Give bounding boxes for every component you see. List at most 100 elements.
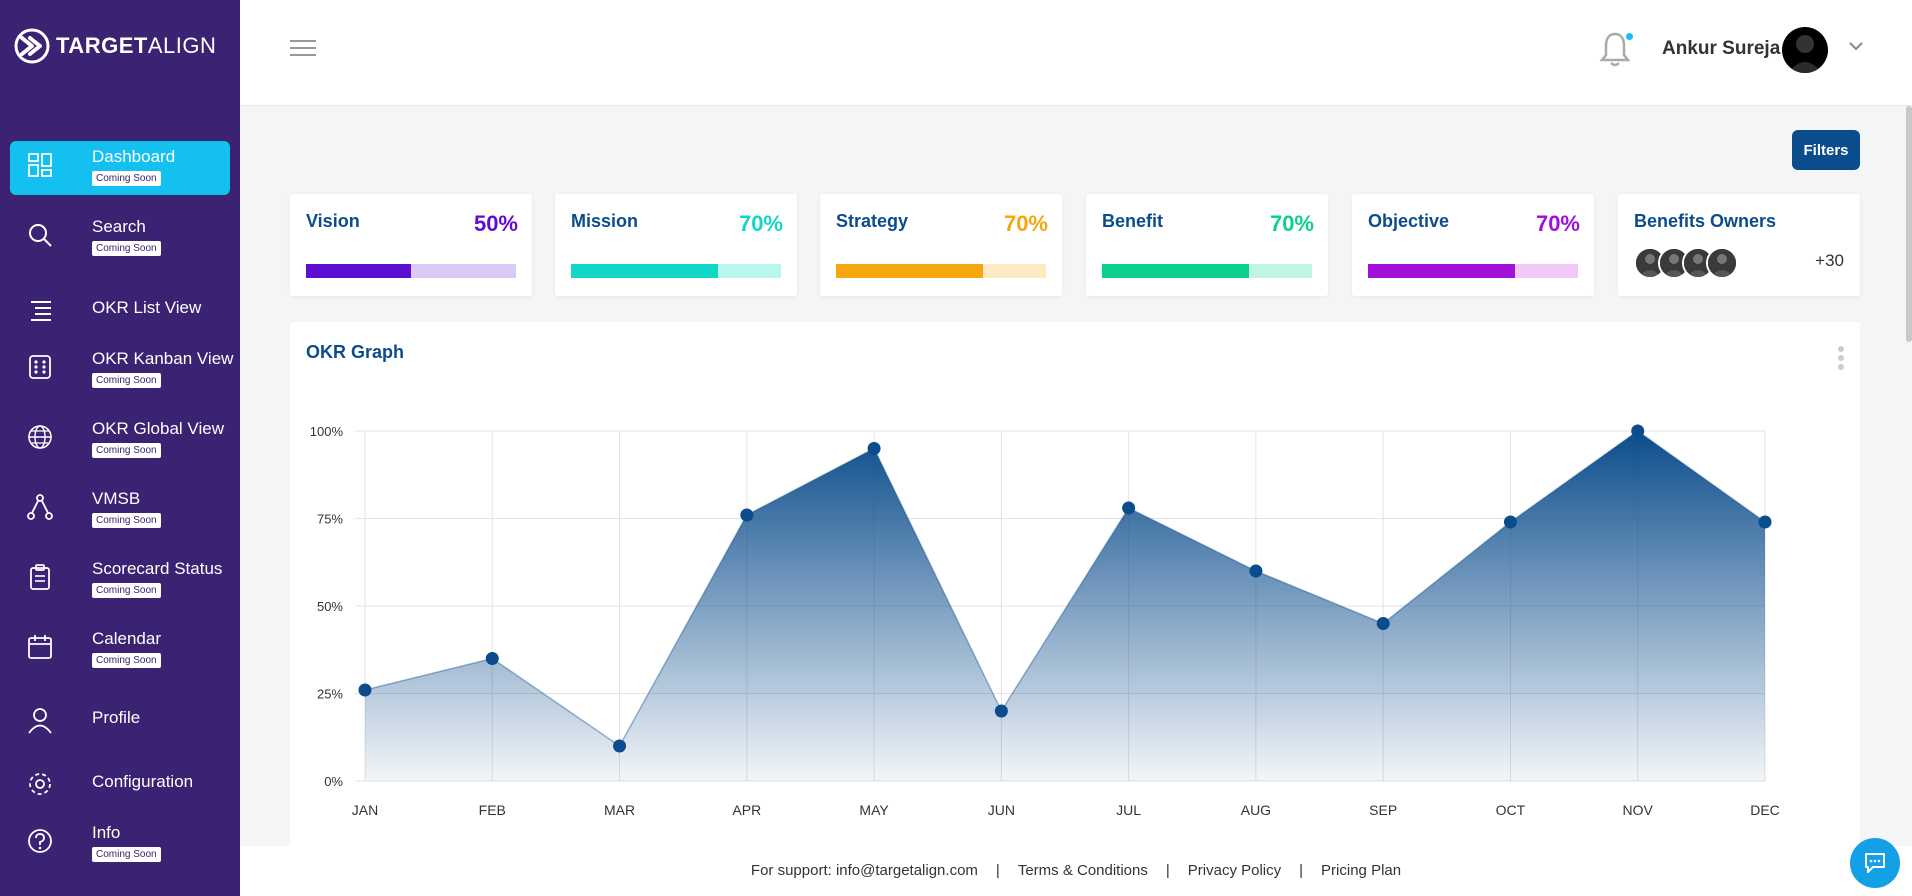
- x-tick-label: APR: [732, 802, 761, 818]
- user-icon: [26, 706, 54, 734]
- footer-separator: |: [1299, 862, 1304, 879]
- progress-fill: [1368, 264, 1515, 278]
- footer-separator: |: [1165, 862, 1170, 879]
- search-icon: [26, 221, 54, 249]
- chat-button[interactable]: [1850, 838, 1900, 888]
- data-point[interactable]: [1249, 564, 1263, 578]
- x-tick-label: SEP: [1369, 802, 1397, 818]
- progress-track: [306, 264, 516, 278]
- card-title: Benefits Owners: [1634, 211, 1777, 231]
- chevron-down-icon[interactable]: [1848, 40, 1864, 52]
- y-tick-label: 50%: [317, 599, 343, 614]
- privacy-link[interactable]: Privacy Policy: [1188, 862, 1281, 879]
- calendar-icon: [26, 633, 54, 661]
- card-benefit[interactable]: Benefit 70%: [1086, 194, 1328, 296]
- coming-soon-badge: Coming Soon: [92, 583, 161, 598]
- chat-icon: [1865, 853, 1885, 873]
- logo[interactable]: TARGETALIGN: [14, 28, 216, 64]
- sidebar-item-label: OKR Global View: [92, 419, 224, 438]
- sidebar-item-dashboard[interactable]: Dashboard Coming Soon: [10, 141, 230, 195]
- sidebar-item-vmsb[interactable]: VMSB Coming Soon: [10, 483, 230, 537]
- x-tick-label: AUG: [1241, 802, 1271, 818]
- progress-track: [571, 264, 781, 278]
- card-mission[interactable]: Mission 70%: [555, 194, 797, 296]
- card-objective[interactable]: Objective 70%: [1352, 194, 1594, 296]
- sidebar-item-search[interactable]: Search Coming Soon: [10, 211, 230, 265]
- benefits-owners-card[interactable]: Benefits Owners +30: [1618, 194, 1860, 296]
- pricing-link[interactable]: Pricing Plan: [1321, 862, 1401, 879]
- card-title: Vision: [306, 211, 360, 231]
- progress-fill: [306, 264, 411, 278]
- card-percent: 70%: [1269, 211, 1314, 236]
- card-percent: 70%: [1535, 211, 1580, 236]
- sidebar-item-label: Scorecard Status: [92, 559, 223, 578]
- sidebar-item-label: OKR Kanban View: [92, 349, 234, 368]
- card-title: Objective: [1368, 211, 1450, 231]
- data-point[interactable]: [485, 652, 499, 665]
- x-tick-label: FEB: [479, 802, 506, 818]
- user-name[interactable]: Ankur Sureja: [1662, 38, 1780, 60]
- data-point[interactable]: [740, 508, 754, 522]
- y-tick-label: 75%: [317, 512, 343, 527]
- logo-text: TARGETALIGN: [56, 33, 217, 58]
- globe-icon: [26, 423, 54, 451]
- coming-soon-badge: Coming Soon: [92, 171, 161, 186]
- sidebar-item-profile[interactable]: Profile: [10, 693, 230, 747]
- data-point[interactable]: [994, 704, 1008, 718]
- sidebar-item-label: Info: [92, 823, 121, 842]
- progress-fill: [571, 264, 718, 278]
- x-tick-label: MAR: [604, 802, 635, 818]
- data-point[interactable]: [358, 683, 372, 697]
- x-tick-label: JAN: [352, 802, 378, 818]
- sidebar-item-label: Search: [92, 217, 146, 236]
- coming-soon-badge: Coming Soon: [92, 373, 161, 388]
- sidebar: TARGETALIGN Dashboard Coming Soon Search Co…: [0, 0, 240, 896]
- sidebar-item-label: Calendar: [92, 629, 161, 648]
- data-point[interactable]: [1631, 424, 1645, 438]
- card-strategy[interactable]: Strategy 70%: [820, 194, 1062, 296]
- list-icon: [26, 296, 54, 324]
- okr-area-chart: 0% 25% 50% 75% 100% JAN FEB MAR APR MAY JUN JUL AUG S…: [310, 424, 1780, 818]
- x-tick-label: JUN: [988, 802, 1015, 818]
- scrollbar[interactable]: [1906, 106, 1912, 342]
- sidebar-item-okr-list-view[interactable]: OKR List View: [10, 283, 230, 337]
- sidebar-item-scorecard-status[interactable]: Scorecard Status Coming Soon: [10, 553, 230, 607]
- sidebar-item-okr-global-view[interactable]: OKR Global View Coming Soon: [10, 413, 230, 467]
- data-point[interactable]: [1503, 515, 1517, 529]
- footer-separator: |: [995, 862, 1000, 879]
- card-title: Strategy: [836, 211, 909, 231]
- progress-track: [1102, 264, 1312, 278]
- data-point[interactable]: [613, 739, 627, 753]
- network-icon: [26, 493, 54, 521]
- clipboard-icon: [26, 563, 54, 591]
- support-link[interactable]: For support: info@targetalign.com: [751, 862, 978, 879]
- card-percent: 70%: [738, 211, 783, 236]
- gear-icon: [26, 770, 54, 798]
- card-vision[interactable]: Vision 50%: [290, 194, 532, 296]
- data-point[interactable]: [1376, 617, 1390, 630]
- card-percent: 50%: [473, 211, 518, 236]
- y-tick-label: 25%: [317, 687, 343, 702]
- data-point[interactable]: [867, 442, 881, 455]
- coming-soon-badge: Coming Soon: [92, 241, 161, 256]
- sidebar-item-info[interactable]: Info Coming Soon: [10, 817, 230, 871]
- sidebar-item-label: Profile: [92, 708, 141, 727]
- menu-toggle-icon[interactable]: [290, 40, 316, 56]
- sidebar-item-calendar[interactable]: Calendar Coming Soon: [10, 623, 230, 677]
- card-title: Mission: [571, 211, 639, 231]
- filters-button[interactable]: Filters: [1792, 130, 1860, 170]
- sidebar-item-configuration[interactable]: Configuration: [10, 757, 230, 811]
- data-point[interactable]: [1758, 515, 1772, 529]
- owner-avatar[interactable]: [1706, 247, 1738, 279]
- notification-dot: [1626, 33, 1633, 40]
- card-title: Benefit: [1102, 211, 1164, 231]
- terms-link[interactable]: Terms & Conditions: [1018, 862, 1148, 879]
- owners-count[interactable]: +30: [1815, 251, 1844, 271]
- data-point[interactable]: [1122, 501, 1136, 515]
- progress-track: [836, 264, 1046, 278]
- card-percent: 70%: [1003, 211, 1048, 236]
- dashboard-icon: [26, 151, 54, 179]
- progress-track: [1368, 264, 1578, 278]
- avatar[interactable]: [1782, 27, 1828, 73]
- sidebar-item-okr-kanban-view[interactable]: OKR Kanban View Coming Soon: [10, 343, 234, 397]
